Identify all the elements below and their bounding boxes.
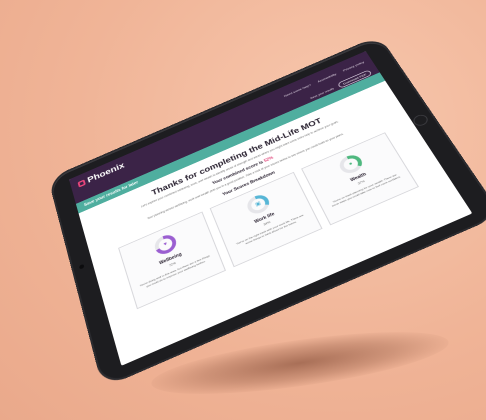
nav-accessibility[interactable]: Accessibility [317,72,337,83]
phoenix-logo-icon [78,179,86,187]
card-percent: 37% [357,180,365,186]
camera-icon [79,264,85,270]
briefcase-icon: ▣ [254,201,262,208]
tablet-device: Phoenix Need some help? Accessibility Pr… [50,37,486,385]
coin-icon: ● [348,161,354,167]
card-percent: 34% [263,220,271,226]
card-percent: 72% [169,261,177,267]
heart-icon: ♥ [163,241,168,247]
nav-privacy[interactable]: Privacy policy [342,60,365,72]
tablet-screen: Phoenix Need some help? Accessibility Pr… [69,51,472,366]
stage: Phoenix Need some help? Accessibility Pr… [0,0,486,420]
